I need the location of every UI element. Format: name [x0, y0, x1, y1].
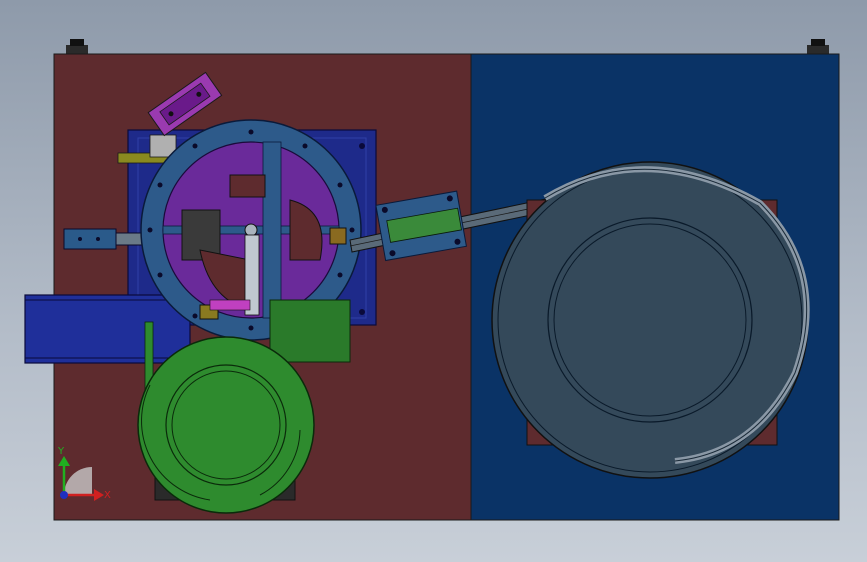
mounting-tab-right — [807, 39, 829, 55]
side-chute[interactable] — [24, 294, 191, 364]
x-axis-label: X — [104, 490, 111, 501]
green-vibratory-bowl[interactable] — [137, 336, 315, 514]
large-vibratory-bowl[interactable] — [491, 161, 810, 479]
mounting-tab-left — [66, 39, 88, 55]
y-axis-label: Y — [57, 446, 65, 457]
cad-viewport[interactable]: Y X — [0, 0, 867, 562]
